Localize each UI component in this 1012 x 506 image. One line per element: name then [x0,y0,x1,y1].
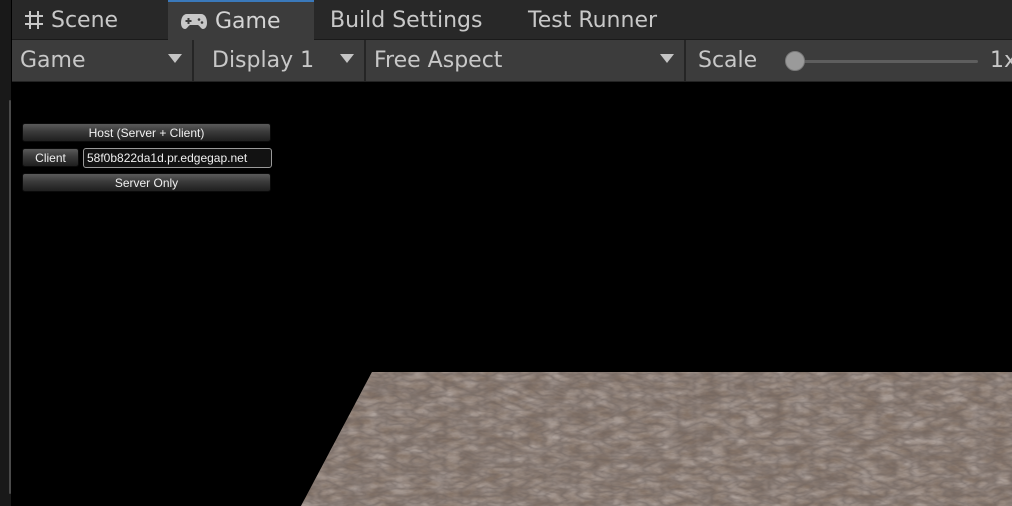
scale-slider-track[interactable] [795,60,978,63]
view-type-dropdown[interactable]: Game [12,40,192,81]
chevron-down-icon [168,54,182,63]
dropdown-value: Game [20,48,86,73]
aspect-dropdown[interactable]: Free Aspect [366,40,684,81]
scale-value: 1x [990,48,1012,73]
tab-test-runner[interactable]: Test Runner [528,0,688,40]
scale-slider-handle[interactable] [785,51,805,71]
tab-scene[interactable]: Scene [24,0,174,40]
display-dropdown[interactable]: Display 1 [194,40,364,81]
dropdown-value: Free Aspect [374,48,503,73]
grid-icon [24,10,44,30]
tab-label: Game [215,8,281,34]
adjacent-panel-edge [0,0,12,506]
tab-build-settings[interactable]: Build Settings [330,0,510,40]
unity-editor-game-window: Scene Game Build Settings Test Runner Ga… [0,0,1012,506]
game-view-toolbar: Game Display 1 Free Aspect Scale 1x [12,40,1012,82]
gamepad-icon [180,12,208,30]
tab-label: Test Runner [528,7,658,33]
tab-game[interactable]: Game [168,0,314,40]
scale-label: Scale [698,48,758,73]
game-viewport[interactable]: Host (Server + Client) Client Server Onl… [12,82,1012,506]
chevron-down-icon [660,54,674,63]
rocky-ground-plane [301,372,1012,506]
tab-label: Scene [51,7,119,33]
server-only-button[interactable]: Server Only [22,173,271,192]
client-button[interactable]: Client [22,148,79,167]
scrollbar[interactable] [9,100,11,494]
server-address-input[interactable] [83,148,272,168]
tab-label: Build Settings [330,7,483,33]
chevron-down-icon [340,54,354,63]
host-button[interactable]: Host (Server + Client) [22,123,271,142]
divider [684,40,686,81]
dropdown-value: Display 1 [212,48,315,73]
tab-bar: Scene Game Build Settings Test Runner [12,0,1012,40]
